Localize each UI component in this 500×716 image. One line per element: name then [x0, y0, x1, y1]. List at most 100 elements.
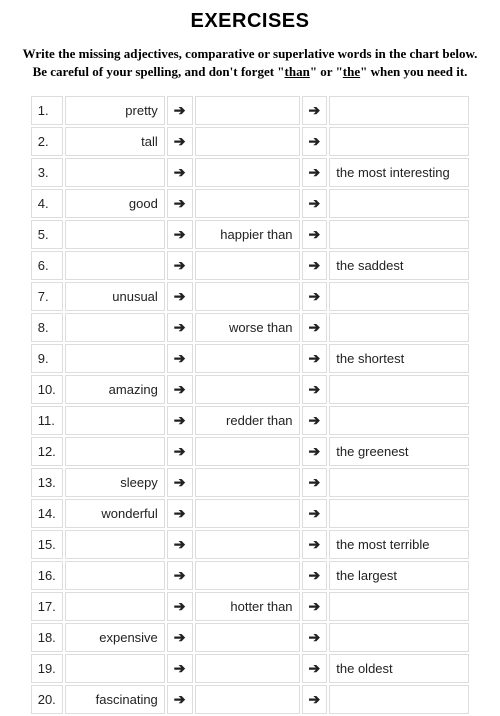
row-number: 18.: [31, 623, 63, 652]
superlative-cell[interactable]: the most terrible: [329, 530, 469, 559]
comparative-cell[interactable]: [195, 189, 300, 218]
instructions-line2a: Be careful of your spelling, and don't f…: [33, 64, 285, 79]
arrow-icon: ➔: [302, 499, 328, 528]
superlative-cell[interactable]: the greenest: [329, 437, 469, 466]
positive-cell[interactable]: fascinating: [65, 685, 165, 714]
page-title: EXERCISES: [10, 10, 490, 33]
comparative-cell[interactable]: redder than: [195, 406, 300, 435]
arrow-icon: ➔: [302, 592, 328, 621]
comparative-cell[interactable]: [195, 251, 300, 280]
comparative-cell[interactable]: [195, 561, 300, 590]
superlative-cell[interactable]: [329, 220, 469, 249]
positive-cell[interactable]: expensive: [65, 623, 165, 652]
superlative-cell[interactable]: the shortest: [329, 344, 469, 373]
comparative-cell[interactable]: [195, 623, 300, 652]
table-row: 15.➔➔the most terrible: [31, 530, 470, 559]
table-row: 8. ➔worse than➔: [31, 313, 470, 342]
table-row: 11.➔redder than➔: [31, 406, 470, 435]
superlative-cell[interactable]: the largest: [329, 561, 469, 590]
superlative-cell[interactable]: [329, 499, 469, 528]
positive-cell[interactable]: pretty: [65, 96, 165, 125]
positive-cell[interactable]: unusual: [65, 282, 165, 311]
superlative-cell[interactable]: [329, 468, 469, 497]
superlative-cell[interactable]: the most interesting: [329, 158, 469, 187]
superlative-cell[interactable]: [329, 189, 469, 218]
arrow-icon: ➔: [302, 127, 328, 156]
positive-cell[interactable]: tall: [65, 127, 165, 156]
arrow-icon: ➔: [302, 313, 328, 342]
comparative-cell[interactable]: hotter than: [195, 592, 300, 621]
superlative-cell[interactable]: [329, 592, 469, 621]
table-row: 14.wonderful➔➔: [31, 499, 470, 528]
row-number: 6.: [31, 251, 63, 280]
comparative-cell[interactable]: [195, 530, 300, 559]
comparative-cell[interactable]: [195, 375, 300, 404]
instructions-line2b: " or ": [310, 64, 343, 79]
arrow-icon: ➔: [302, 437, 328, 466]
comparative-cell[interactable]: [195, 96, 300, 125]
positive-cell[interactable]: [65, 158, 165, 187]
arrow-icon: ➔: [167, 623, 193, 652]
comparative-cell[interactable]: worse than: [195, 313, 300, 342]
positive-cell[interactable]: [65, 561, 165, 590]
superlative-cell[interactable]: [329, 96, 469, 125]
row-number: 13.: [31, 468, 63, 497]
arrow-icon: ➔: [302, 282, 328, 311]
positive-cell[interactable]: good: [65, 189, 165, 218]
row-number: 8.: [31, 313, 63, 342]
arrow-icon: ➔: [302, 468, 328, 497]
superlative-cell[interactable]: the saddest: [329, 251, 469, 280]
comparative-cell[interactable]: [195, 437, 300, 466]
comparative-cell[interactable]: [195, 344, 300, 373]
superlative-cell[interactable]: [329, 623, 469, 652]
comparative-cell[interactable]: [195, 282, 300, 311]
row-number: 16.: [31, 561, 63, 590]
table-row: 6.➔➔the saddest: [31, 251, 470, 280]
row-number: 17.: [31, 592, 63, 621]
positive-cell[interactable]: wonderful: [65, 499, 165, 528]
arrow-icon: ➔: [167, 313, 193, 342]
comparative-cell[interactable]: happier than: [195, 220, 300, 249]
superlative-cell[interactable]: [329, 127, 469, 156]
arrow-icon: ➔: [302, 251, 328, 280]
positive-cell[interactable]: [65, 437, 165, 466]
arrow-icon: ➔: [167, 282, 193, 311]
arrow-icon: ➔: [302, 375, 328, 404]
positive-cell[interactable]: [65, 251, 165, 280]
arrow-icon: ➔: [302, 189, 328, 218]
positive-cell[interactable]: [65, 220, 165, 249]
positive-cell[interactable]: sleepy: [65, 468, 165, 497]
table-row: 2.tall➔➔: [31, 127, 470, 156]
arrow-icon: ➔: [167, 189, 193, 218]
comparative-cell[interactable]: [195, 468, 300, 497]
table-row: 4.good➔➔: [31, 189, 470, 218]
arrow-icon: ➔: [167, 375, 193, 404]
positive-cell[interactable]: amazing: [65, 375, 165, 404]
superlative-cell[interactable]: [329, 375, 469, 404]
table-row: 12.➔➔the greenest: [31, 437, 470, 466]
superlative-cell[interactable]: [329, 406, 469, 435]
positive-cell[interactable]: [65, 344, 165, 373]
positive-cell[interactable]: [65, 313, 165, 342]
superlative-cell[interactable]: [329, 685, 469, 714]
table-row: 13.sleepy➔➔: [31, 468, 470, 497]
table-row: 9.➔➔the shortest: [31, 344, 470, 373]
comparative-cell[interactable]: [195, 499, 300, 528]
row-number: 15.: [31, 530, 63, 559]
instructions: Write the missing adjectives, comparativ…: [10, 45, 490, 80]
arrow-icon: ➔: [167, 685, 193, 714]
table-row: 7.unusual➔➔: [31, 282, 470, 311]
superlative-cell[interactable]: [329, 313, 469, 342]
arrow-icon: ➔: [302, 623, 328, 652]
superlative-cell[interactable]: [329, 282, 469, 311]
positive-cell[interactable]: [65, 530, 165, 559]
comparative-cell[interactable]: [195, 685, 300, 714]
arrow-icon: ➔: [167, 561, 193, 590]
row-number: 7.: [31, 282, 63, 311]
comparative-cell[interactable]: [195, 158, 300, 187]
positive-cell[interactable]: [65, 406, 165, 435]
row-number: 12.: [31, 437, 63, 466]
row-number: 2.: [31, 127, 63, 156]
positive-cell[interactable]: [65, 592, 165, 621]
comparative-cell[interactable]: [195, 127, 300, 156]
